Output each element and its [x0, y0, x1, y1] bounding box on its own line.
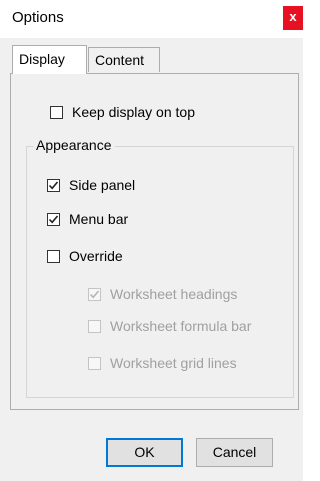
- side-panel-label: Side panel: [69, 177, 136, 193]
- override-label: Override: [69, 248, 123, 264]
- side-panel-checkbox[interactable]: [47, 178, 60, 192]
- keep-on-top-label: Keep display on top: [72, 104, 195, 120]
- worksheet-formula-bar-label: Worksheet formula bar: [110, 318, 252, 334]
- keep-on-top-option[interactable]: Keep display on top: [50, 104, 195, 120]
- worksheet-grid-lines-label: Worksheet grid lines: [110, 355, 237, 371]
- ok-button[interactable]: OK: [106, 438, 183, 467]
- tab-display[interactable]: Display: [12, 45, 87, 74]
- worksheet-formula-bar-checkbox: [88, 319, 101, 333]
- worksheet-grid-lines-checkbox: [88, 356, 101, 370]
- override-checkbox[interactable]: [47, 249, 60, 263]
- menu-bar-checkbox[interactable]: [47, 212, 60, 226]
- checkmark-icon: [48, 180, 59, 189]
- worksheet-formula-bar-option: Worksheet formula bar: [88, 318, 251, 334]
- worksheet-grid-lines-option: Worksheet grid lines: [88, 355, 237, 371]
- appearance-group-title: Appearance: [33, 137, 115, 153]
- worksheet-headings-label: Worksheet headings: [110, 286, 238, 302]
- window-title: Options: [12, 9, 64, 26]
- cancel-button[interactable]: Cancel: [196, 438, 273, 467]
- close-button[interactable]: x: [283, 6, 303, 30]
- side-panel-option[interactable]: Side panel: [47, 177, 135, 193]
- checkmark-icon: [89, 289, 100, 298]
- override-option[interactable]: Override: [47, 248, 123, 264]
- keep-on-top-checkbox[interactable]: [50, 105, 63, 119]
- menu-bar-option[interactable]: Menu bar: [47, 211, 128, 227]
- options-dialog: Options x Display Content Keep display o…: [0, 0, 303, 481]
- checkmark-icon: [48, 214, 59, 223]
- worksheet-headings-option: Worksheet headings: [88, 286, 237, 302]
- menu-bar-label: Menu bar: [69, 211, 129, 227]
- worksheet-headings-checkbox: [88, 287, 101, 301]
- tab-content[interactable]: Content: [88, 47, 160, 72]
- title-bar: Options x: [0, 0, 303, 38]
